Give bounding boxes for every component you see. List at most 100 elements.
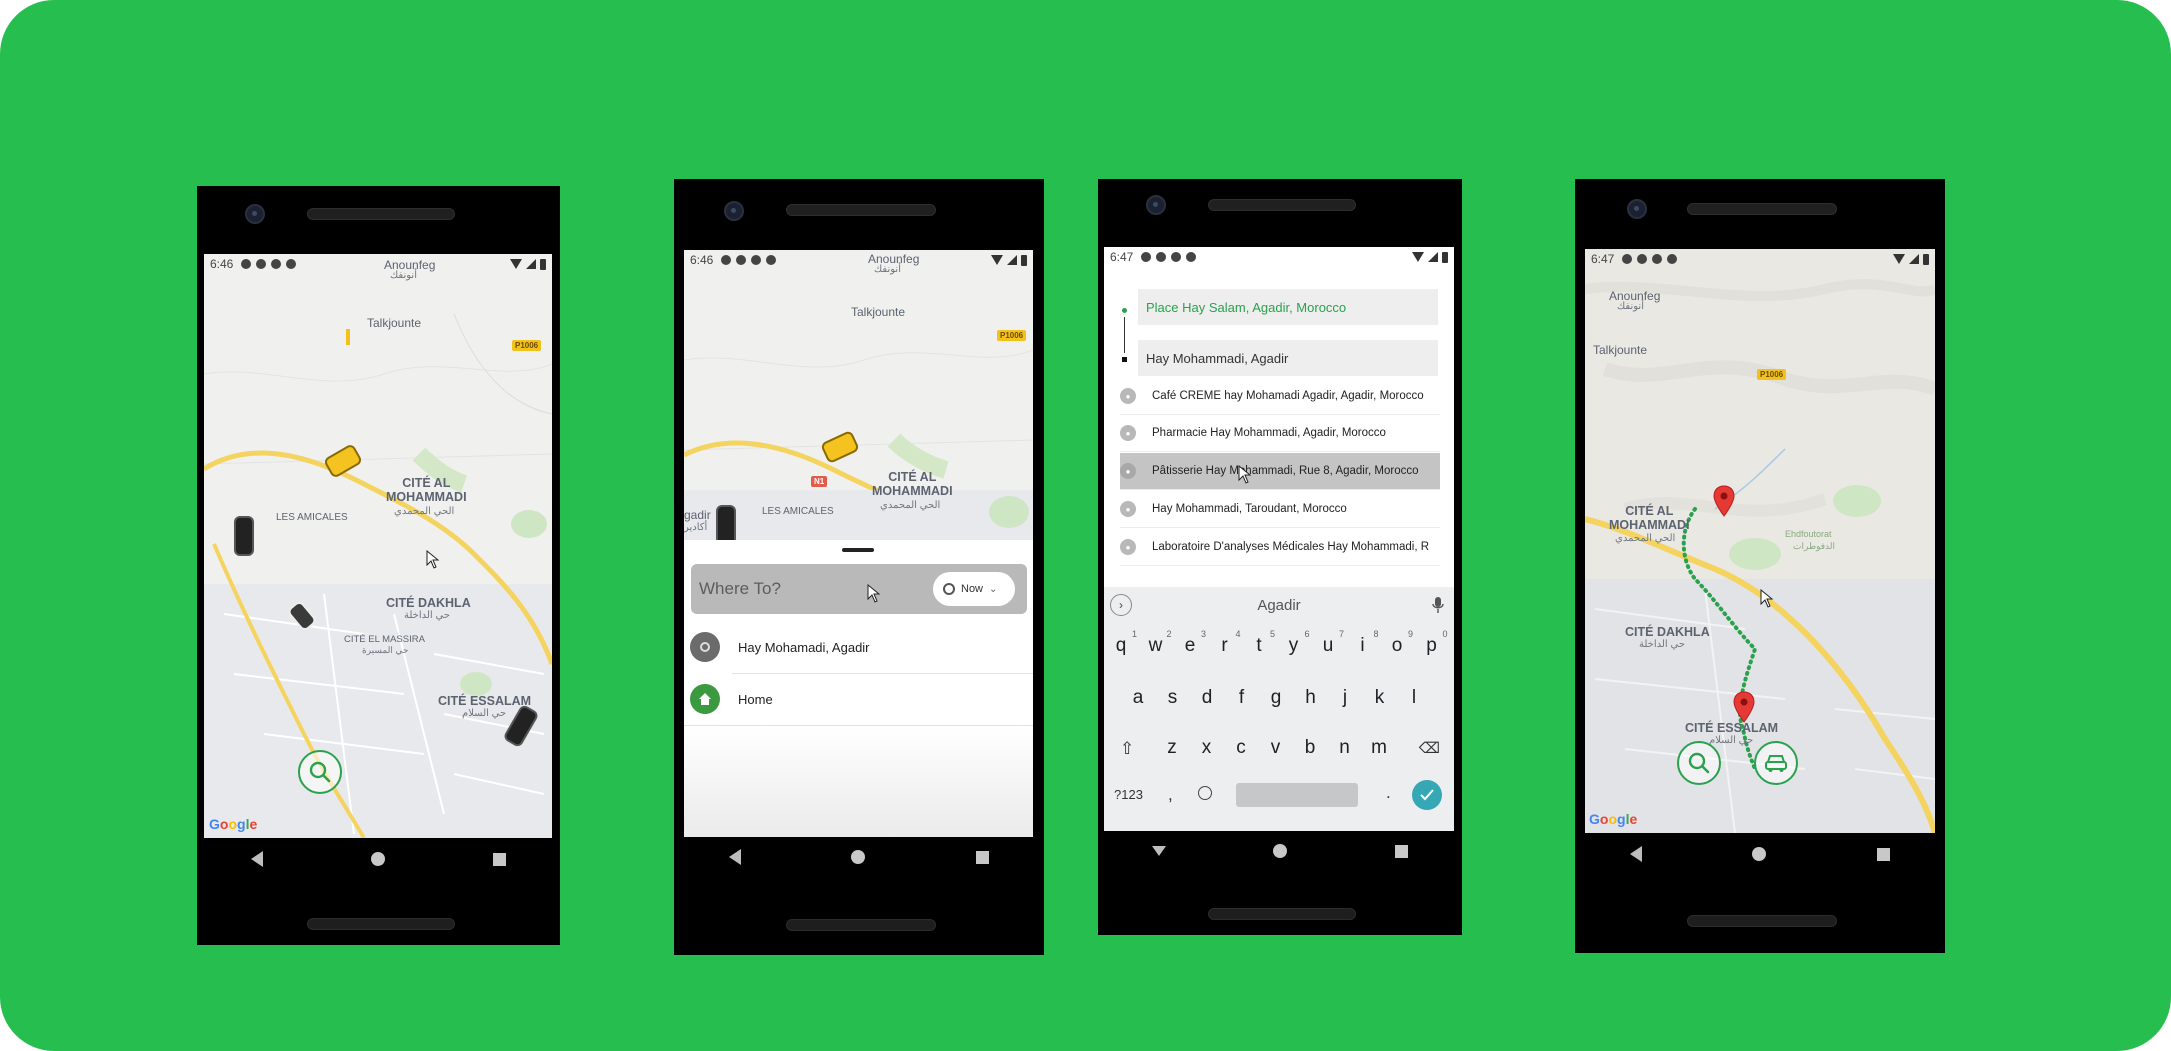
google-logo: Google xyxy=(209,816,258,832)
search-button[interactable] xyxy=(1677,741,1721,785)
map-view[interactable]: Anounfeg أنونفك Talkjounte P1006 N1 CITÉ… xyxy=(684,250,1033,545)
key-f[interactable]: f xyxy=(1227,687,1257,709)
search-icon xyxy=(309,761,331,783)
location-pin-icon: ● xyxy=(1120,388,1136,404)
map-label-agadir: gadir xyxy=(684,508,711,522)
symbols-key[interactable]: ?123 xyxy=(1114,787,1143,802)
suggestion-item[interactable]: ● Laboratoire D'analyses Médicales Hay Mo… xyxy=(1120,529,1440,566)
now-label: Now xyxy=(961,583,984,595)
recent-apps-icon[interactable] xyxy=(975,850,989,864)
key-v[interactable]: v xyxy=(1261,737,1291,759)
front-camera xyxy=(724,201,744,221)
suggestion-item-selected[interactable]: ● Pâtisserie Hay Mohammadi, Rue 8, Agadir… xyxy=(1120,453,1440,490)
search-button[interactable] xyxy=(298,750,342,794)
recent-apps-icon[interactable] xyxy=(493,852,506,866)
map-label-les-amicales: LES AMICALES xyxy=(762,506,834,517)
home-nav-icon[interactable] xyxy=(1752,847,1767,861)
route-map-view[interactable]: Anounfeg أنونفك Talkjounte P1006 CITÉ AL… xyxy=(1585,249,1935,833)
key-hint-6: 6 xyxy=(1304,629,1310,639)
home-nav-icon[interactable] xyxy=(851,850,866,864)
key-z[interactable]: z xyxy=(1157,737,1187,759)
bottom-bezel-slot xyxy=(786,919,936,931)
back-icon[interactable] xyxy=(251,851,263,867)
map-label-anounfeg-ar: أنونفك xyxy=(1617,301,1644,312)
mouse-cursor xyxy=(867,584,881,603)
signal-icon xyxy=(1428,252,1438,262)
back-icon[interactable] xyxy=(1630,846,1643,862)
key-hint-8: 8 xyxy=(1373,629,1379,639)
nav-bar xyxy=(1098,826,1462,876)
microphone-icon[interactable] xyxy=(1432,597,1444,613)
map-label-cite-essalam-ar: حي السلام xyxy=(1709,735,1754,746)
map-view[interactable]: Anounfeg أنونفك Talkjounte P1006 CITÉ AL… xyxy=(204,254,552,838)
road-badge: P1006 xyxy=(512,340,542,351)
map-label-cite-al-mohammadi: CITÉ AL MOHAMMADI xyxy=(386,476,467,504)
key-h[interactable]: h xyxy=(1296,687,1326,709)
status-time: 6:46 xyxy=(690,253,714,267)
speaker-grille xyxy=(1208,199,1356,211)
enter-key[interactable] xyxy=(1412,780,1442,810)
map-label-cite-essalam: CITÉ ESSALAM xyxy=(1685,721,1779,735)
backspace-key[interactable]: ⌫ xyxy=(1419,739,1440,757)
key-j[interactable]: j xyxy=(1330,687,1360,709)
home-nav-icon[interactable] xyxy=(1273,844,1288,858)
map-label-cite-dakhla: CITÉ DAKHLA xyxy=(386,596,471,610)
map-label-cite-al-mohammadi-ar: الحي المحمدي xyxy=(394,506,455,517)
key-n[interactable]: n xyxy=(1330,737,1360,759)
black-car-marker xyxy=(234,516,254,556)
status-time: 6:47 xyxy=(1110,250,1134,264)
map-label-cite-al-mohammadi-ar: الحي المحمدي xyxy=(880,500,941,511)
map-label-talkjounte: Talkjounte xyxy=(851,305,906,319)
phone-3-screen: 6:47 Place Hay Salam, Agadir, Morocco Ha… xyxy=(1104,247,1454,831)
space-key[interactable] xyxy=(1236,783,1358,807)
book-ride-button[interactable] xyxy=(1754,741,1798,785)
suggestion-label: Hay Mohammadi, Taroudant, Morocco xyxy=(1152,503,1347,515)
key-k[interactable]: k xyxy=(1365,687,1395,709)
home-place-label: Home xyxy=(738,691,773,707)
back-icon[interactable] xyxy=(729,849,742,865)
key-d[interactable]: d xyxy=(1192,687,1222,709)
pickup-dot xyxy=(1122,308,1127,313)
status-bar: 6:46 xyxy=(204,254,552,274)
recent-apps-icon[interactable] xyxy=(1876,847,1890,861)
google-logo: Google xyxy=(1589,811,1638,827)
destination-field[interactable]: Hay Mohammadi, Agadir xyxy=(1138,340,1438,376)
recent-apps-icon[interactable] xyxy=(1395,844,1409,858)
where-to-search-box[interactable]: Where To? Now ⌄ xyxy=(691,564,1027,614)
clock-icon xyxy=(943,583,955,595)
comma-key[interactable]: , xyxy=(1168,785,1173,805)
map-label-cite-el-massira-ar: حي المسيرة xyxy=(362,645,409,655)
soft-keyboard: › Agadir qwertyuiopasdfghjklzxcvbnm12345… xyxy=(1104,587,1454,831)
phone-2-screen: Anounfeg أنونفك Talkjounte P1006 N1 CITÉ… xyxy=(684,250,1033,837)
key-g[interactable]: g xyxy=(1261,687,1291,709)
key-s[interactable]: s xyxy=(1158,687,1188,709)
key-c[interactable]: c xyxy=(1226,737,1256,759)
home-nav-icon[interactable] xyxy=(371,852,385,866)
keyboard-word-suggestion[interactable]: Agadir xyxy=(1104,597,1454,614)
key-l[interactable]: l xyxy=(1399,687,1429,709)
background-canvas: Anounfeg أنونفك Talkjounte P1006 CITÉ AL… xyxy=(0,0,2171,1051)
suggestion-item[interactable]: ● Café CREME hay Mohamadi Agadir, Agadir,… xyxy=(1120,378,1440,415)
suggestion-item[interactable]: ● Hay Mohammadi, Taroudant, Morocco xyxy=(1120,491,1440,528)
wifi-icon xyxy=(991,255,1003,265)
suggestion-item[interactable]: ● Pharmacie Hay Mohammadi, Agadir, Morocc… xyxy=(1120,415,1440,452)
recent-place-row[interactable]: Hay Mohamadi, Agadir xyxy=(684,622,1033,672)
shift-key[interactable]: ⇧ xyxy=(1120,739,1134,759)
hide-keyboard-icon[interactable] xyxy=(1151,846,1166,856)
emoji-key[interactable] xyxy=(1198,786,1212,800)
speaker-grille xyxy=(307,208,455,220)
sheet-drag-handle[interactable] xyxy=(842,548,874,552)
where-to-placeholder: Where To? xyxy=(699,579,781,598)
key-m[interactable]: m xyxy=(1364,737,1394,759)
period-key[interactable]: . xyxy=(1386,783,1391,803)
key-b[interactable]: b xyxy=(1295,737,1325,759)
key-a[interactable]: a xyxy=(1123,687,1153,709)
pickup-field[interactable]: Place Hay Salam, Agadir, Morocco xyxy=(1138,289,1438,325)
key-hint-0: 0 xyxy=(1442,629,1448,639)
bottom-bezel-slot xyxy=(1687,915,1837,927)
home-place-row[interactable]: Home xyxy=(684,674,1033,724)
phone-1-screen: Anounfeg أنونفك Talkjounte P1006 CITÉ AL… xyxy=(204,254,552,838)
search-icon xyxy=(1688,752,1710,774)
key-x[interactable]: x xyxy=(1192,737,1222,759)
now-time-selector[interactable]: Now ⌄ xyxy=(933,572,1015,606)
